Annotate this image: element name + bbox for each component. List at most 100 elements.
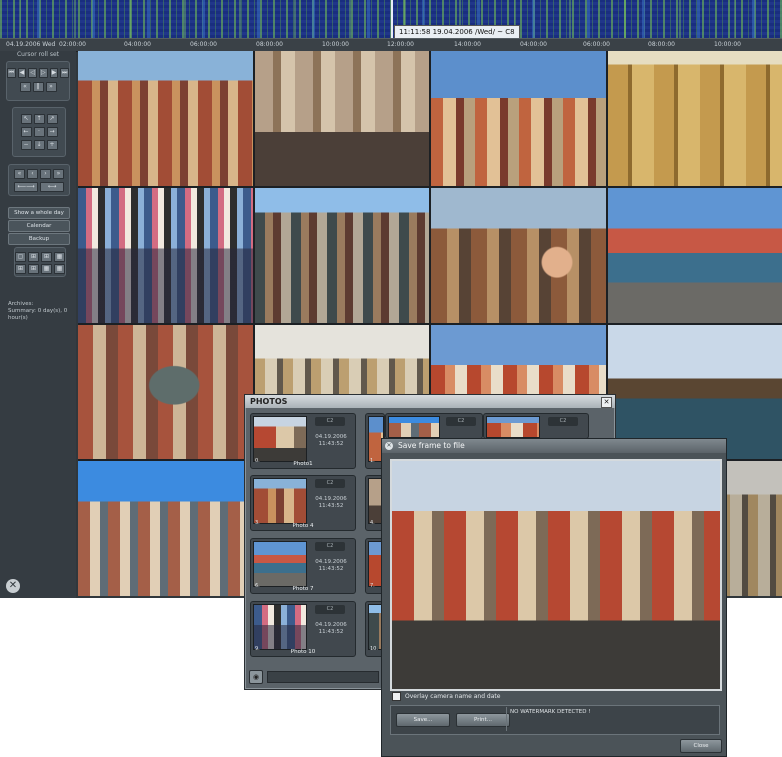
camera-view[interactable]	[431, 51, 606, 186]
fast-forward-icon[interactable]: »	[53, 169, 64, 179]
close-button[interactable]: Close	[680, 739, 722, 753]
range-expand-icon[interactable]: ⟷	[40, 182, 64, 192]
camera-badge: C2	[446, 417, 476, 426]
camera-view[interactable]	[78, 461, 253, 596]
arrow-up-right-icon[interactable]: ↗	[47, 114, 58, 124]
control-sidebar: Cursor roll set ⏮ ◀ ◁ ▷ ▶ ⏭ « ‖ » ↖ ↑ ↗	[0, 51, 76, 598]
arrow-down-icon[interactable]: ↓	[34, 140, 45, 150]
dialog-close-icon[interactable]: ✕	[385, 442, 393, 450]
photos-scrollbar[interactable]	[267, 671, 379, 683]
arrow-up-left-icon[interactable]: ↖	[21, 114, 32, 124]
photos-dialog-title: PHOTOS	[245, 395, 615, 408]
play-back-icon[interactable]: ◁	[28, 68, 37, 78]
ruler-tick: 08:00:00	[648, 39, 675, 51]
photo-datetime: 04.19.200611:43:52	[308, 434, 354, 448]
photo-thumbnail[interactable]: 0. C2 04.19.200611:43:52 Photo1	[250, 413, 356, 469]
range-shrink-icon[interactable]: ⟵⟶	[14, 182, 38, 192]
layout-6-icon[interactable]: ⊞	[41, 252, 52, 262]
arrow-up-icon[interactable]: ↑	[34, 114, 45, 124]
camera-view[interactable]	[608, 188, 782, 323]
camera-view[interactable]	[78, 51, 253, 186]
save-frame-dialog: Save frame to file ✕ Overlay camera name…	[381, 438, 727, 757]
layout-25-icon[interactable]: ▦	[54, 264, 65, 274]
zoom-out-icon[interactable]: −	[21, 140, 32, 150]
photo-time: 11:43:52	[308, 503, 354, 510]
arrow-right-icon[interactable]: →	[47, 127, 58, 137]
step-forward-icon[interactable]: ▶	[50, 68, 59, 78]
fast-rewind-icon[interactable]: «	[14, 169, 25, 179]
camera-view[interactable]	[78, 325, 253, 460]
camera-view[interactable]	[78, 188, 253, 323]
skip-start-icon[interactable]: ⏮	[7, 68, 16, 78]
photo-thumbnail[interactable]: 3. C2 04.19.200611:43:52 Photo 4	[250, 475, 356, 531]
ruler-date-label: 04.19.2006 Wed	[6, 39, 55, 51]
timeline-cursor[interactable]	[391, 0, 393, 40]
layout-9-icon[interactable]: ▦	[54, 252, 65, 262]
camera-view[interactable]	[608, 51, 782, 186]
photo-date: 04.19.2006	[308, 496, 354, 503]
photo-thumbnail[interactable]: C2	[385, 413, 483, 439]
photo-preview	[253, 478, 307, 524]
overlay-label: Overlay camera name and date	[405, 693, 500, 700]
photo-thumbnail[interactable]: 6. C2 04.19.200611:43:52 Photo 7	[250, 538, 356, 594]
camera-view[interactable]	[255, 188, 430, 323]
photo-time: 11:43:52	[308, 441, 354, 448]
exit-icon[interactable]: ✕	[6, 579, 20, 593]
photo-date: 04.19.2006	[308, 622, 354, 629]
print-button[interactable]: Print...	[456, 713, 510, 727]
photo-index: 1.	[370, 458, 375, 464]
frame-preview	[390, 459, 722, 691]
ruler-tick: 06:00:00	[583, 39, 610, 51]
photo-index: 10.	[370, 646, 378, 652]
chevron-right-icon[interactable]: ›	[40, 169, 51, 179]
archives-label: Archives:	[8, 301, 70, 308]
ruler-tick: 14:00:00	[454, 39, 481, 51]
ptz-controls: ↖ ↑ ↗ ← · → − ↓ +	[12, 107, 66, 157]
ruler-tick: 02:00:00	[59, 39, 86, 51]
layout-13-icon[interactable]: ⊞	[28, 264, 39, 274]
photo-datetime: 04.19.200611:43:52	[308, 496, 354, 510]
photo-datetime: 04.19.200611:43:52	[308, 559, 354, 573]
ruler-tick: 08:00:00	[256, 39, 283, 51]
step-back-icon[interactable]: ◀	[18, 68, 27, 78]
center-icon[interactable]: ·	[34, 127, 45, 137]
photo-thumbnail[interactable]: 9. C2 04.19.200611:43:52 Photo 10	[250, 601, 356, 657]
chevron-left-icon[interactable]: ‹	[27, 169, 38, 179]
play-icon[interactable]: ▷	[39, 68, 48, 78]
camera-icon[interactable]: ◉	[249, 670, 263, 684]
camera-view[interactable]	[255, 51, 430, 186]
overlay-checkbox-row[interactable]: Overlay camera name and date	[392, 692, 500, 702]
camera-badge: C2	[548, 417, 578, 426]
layout-4-icon[interactable]: ⊞	[28, 252, 39, 262]
photo-preview	[388, 416, 440, 438]
ruler-tick: 04:00:00	[520, 39, 547, 51]
photo-time: 11:43:52	[308, 629, 354, 636]
archives-summary: Summary: 0 day(s), 0 hour(s)	[8, 308, 70, 322]
layout-selector: ▢ ⊞ ⊞ ▦ ⊞ ⊞ ▦ ▦	[14, 247, 66, 277]
rewind-icon[interactable]: «	[20, 82, 31, 92]
close-icon[interactable]: ✕	[601, 397, 612, 408]
photo-preview	[486, 416, 540, 438]
ruler-tick: 04:00:00	[124, 39, 151, 51]
arrow-left-icon[interactable]: ←	[21, 127, 32, 137]
layout-16-icon[interactable]: ▦	[41, 264, 52, 274]
pause-icon[interactable]: ‖	[33, 82, 44, 92]
calendar-button[interactable]: Calendar	[8, 220, 70, 232]
camera-badge: C2	[315, 417, 345, 426]
time-ruler[interactable]: 04.19.2006 Wed 02:00:00 04:00:00 06:00:0…	[0, 38, 782, 52]
ruler-tick: 10:00:00	[322, 39, 349, 51]
fast-forward-icon[interactable]: »	[46, 82, 57, 92]
ruler-tick: 12:00:00	[387, 39, 414, 51]
camera-view[interactable]	[431, 188, 606, 323]
zoom-in-icon[interactable]: +	[47, 140, 58, 150]
layout-10-icon[interactable]: ⊞	[15, 264, 26, 274]
backup-button[interactable]: Backup	[8, 233, 70, 245]
save-button[interactable]: Save...	[396, 713, 450, 727]
skip-end-icon[interactable]: ⏭	[60, 68, 69, 78]
photo-name: Photo 4	[251, 523, 355, 529]
photo-thumbnail[interactable]: C2	[483, 413, 589, 439]
layout-1-icon[interactable]: ▢	[15, 252, 26, 262]
show-whole-day-button[interactable]: Show a whole day	[8, 207, 70, 219]
overlay-checkbox[interactable]	[392, 692, 401, 701]
photo-preview	[253, 541, 307, 587]
